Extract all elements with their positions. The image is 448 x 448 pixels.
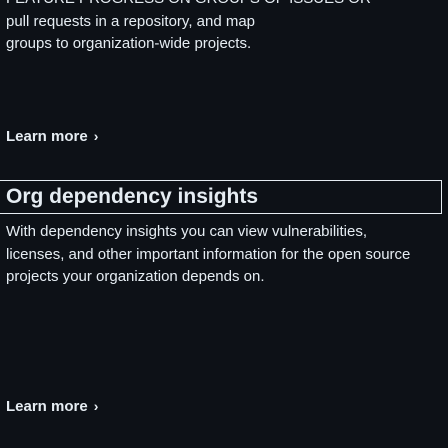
dependency-learn-more-label: Learn more: [6, 398, 88, 415]
chevron-right-icon: ›: [93, 127, 99, 144]
chevron-right-icon: ›: [93, 397, 99, 414]
dependency-title-box: Org dependency insights: [0, 180, 442, 214]
top-feature-description-line-1: FEATURE PROGRESS ON GROUPS OF ISSUES OR: [6, 0, 426, 11]
top-learn-more-link[interactable]: Learn more ›: [6, 127, 99, 146]
dependency-learn-more-link[interactable]: Learn more ›: [6, 397, 99, 416]
top-feature-description: FEATURE PROGRESS ON GROUPS OF ISSUES OR …: [6, 0, 426, 56]
top-feature-description-line-2: pull requests in a repository, and map: [6, 12, 256, 30]
top-feature-card: FEATURE PROGRESS ON GROUPS OF ISSUES OR …: [0, 0, 446, 56]
dependency-insights-title: Org dependency insights: [6, 185, 259, 208]
top-feature-description-line-3: groups to organization-wide projects.: [6, 35, 252, 52]
top-learn-more-label: Learn more: [6, 128, 88, 145]
dependency-insights-description: With dependency insights you can view vu…: [6, 223, 411, 285]
